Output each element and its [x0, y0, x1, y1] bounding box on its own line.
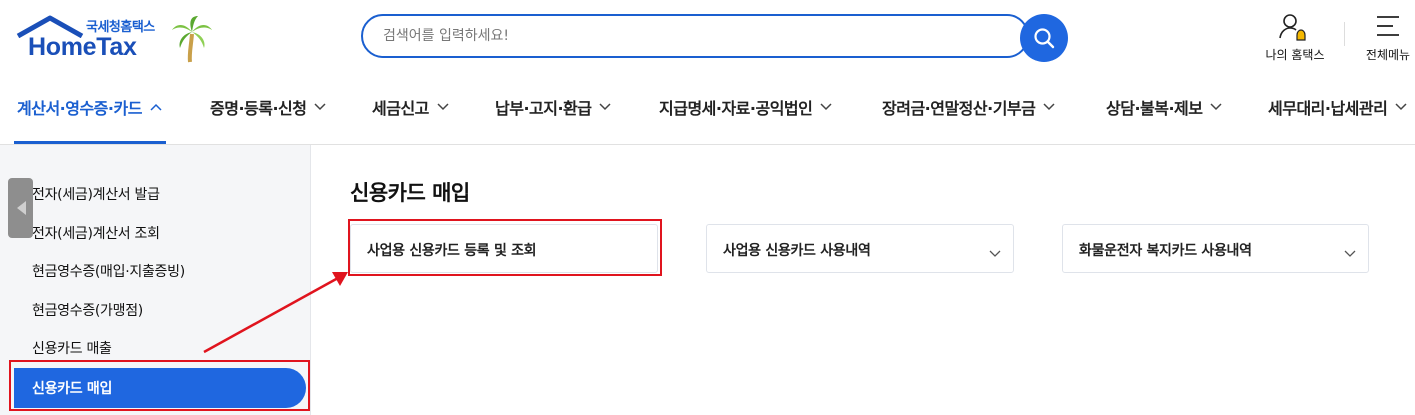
- chevron-down-icon: [437, 103, 449, 111]
- chevron-down-icon: [1395, 103, 1407, 111]
- sidebar-item-label: 신용카드 매출: [32, 341, 112, 357]
- gnb-label: 증명·등록·신청: [210, 99, 307, 118]
- all-menu-button[interactable]: 전체메뉴: [1362, 12, 1414, 66]
- search-bar: [361, 14, 1068, 62]
- gnb-item-payment-statements[interactable]: 지급명세·자료·공익법인: [659, 94, 832, 120]
- hamburger-icon: [1377, 16, 1399, 36]
- chevron-up-icon: [150, 103, 162, 111]
- palm-tree-icon: [172, 16, 212, 63]
- chevron-down-icon: [314, 103, 327, 111]
- gnb-active-indicator: [14, 141, 166, 144]
- hometax-logo[interactable]: 국세청홈택스 HomeTax: [16, 14, 216, 66]
- header-divider: [1344, 22, 1345, 46]
- logo-wordmark: HomeTax: [28, 33, 137, 61]
- sidebar-collapse-handle[interactable]: [8, 178, 33, 238]
- gnb-item-tax-agent[interactable]: 세무대리·납세관리: [1268, 94, 1407, 120]
- chevron-down-icon: [599, 103, 612, 111]
- card-label: 사업용 신용카드 사용내역: [723, 243, 871, 259]
- chevron-down-icon: [1043, 103, 1055, 111]
- sidebar-item-label: 전자(세금)계산서 발급: [32, 187, 160, 203]
- highlight-card: [348, 219, 662, 276]
- gnb-label: 세금신고: [372, 99, 429, 118]
- highlight-sidebar-active: [9, 360, 310, 411]
- sidebar-item-label: 현금영수증(매입·지출증빙): [32, 264, 185, 280]
- gnb-item-incentives[interactable]: 장려금·연말정산·기부금: [882, 94, 1055, 120]
- search-input[interactable]: [381, 24, 1005, 48]
- sidebar-item-einvoice-issue[interactable]: 전자(세금)계산서 발급: [32, 184, 160, 204]
- my-hometax-button[interactable]: 나의 홈택스: [1262, 12, 1328, 66]
- sidebar-item-cash-receipt-merchant[interactable]: 현금영수증(가맹점): [32, 300, 143, 320]
- gnb-label: 계산서·영수증·카드: [17, 99, 142, 118]
- chevron-down-icon: [1210, 103, 1223, 111]
- sidebar-item-einvoice-inquiry[interactable]: 전자(세금)계산서 조회: [32, 223, 160, 243]
- search-button[interactable]: [1020, 14, 1068, 62]
- gnb-label: 장려금·연말정산·기부금: [882, 99, 1036, 118]
- main-navigation: 계산서·영수증·카드 증명·등록·신청 세금신고 납부·고지·환급 지급명세·자…: [0, 82, 1415, 145]
- gnb-label: 납부·고지·환급: [495, 99, 592, 118]
- chevron-down-icon: [989, 243, 1001, 262]
- gnb-item-certificates[interactable]: 증명·등록·신청: [210, 94, 327, 120]
- user-bell-icon: [1279, 14, 1306, 41]
- gnb-label: 세무대리·납세관리: [1268, 99, 1388, 118]
- my-hometax-label: 나의 홈택스: [1265, 48, 1325, 62]
- chevron-down-icon: [1344, 243, 1356, 262]
- chevron-down-icon: [820, 103, 832, 111]
- sidebar-item-card-sales[interactable]: 신용카드 매출: [32, 338, 112, 358]
- all-menu-label: 전체메뉴: [1365, 48, 1411, 62]
- gnb-label: 지급명세·자료·공익법인: [659, 99, 813, 118]
- gnb-item-receipts-cards[interactable]: 계산서·영수증·카드: [17, 94, 162, 120]
- sidebar-item-label: 현금영수증(가맹점): [32, 303, 143, 319]
- page-title: 신용카드 매입: [350, 181, 470, 205]
- sidebar-item-label: 전자(세금)계산서 조회: [32, 226, 160, 242]
- gnb-item-consultation[interactable]: 상담·불복·제보: [1106, 94, 1223, 120]
- search-icon: [1034, 28, 1055, 49]
- collapse-left-icon: [16, 201, 26, 215]
- card-freight-welfare-card[interactable]: 화물운전자 복지카드 사용내역: [1062, 224, 1369, 273]
- card-label: 화물운전자 복지카드 사용내역: [1079, 243, 1252, 259]
- gnb-item-payment[interactable]: 납부·고지·환급: [495, 94, 612, 120]
- sidebar-item-cash-receipt-purchase[interactable]: 현금영수증(매입·지출증빙): [32, 261, 185, 281]
- card-business-card-usage[interactable]: 사업용 신용카드 사용내역: [706, 224, 1014, 273]
- gnb-label: 상담·불복·제보: [1106, 99, 1203, 118]
- gnb-item-tax-return[interactable]: 세금신고: [372, 94, 449, 120]
